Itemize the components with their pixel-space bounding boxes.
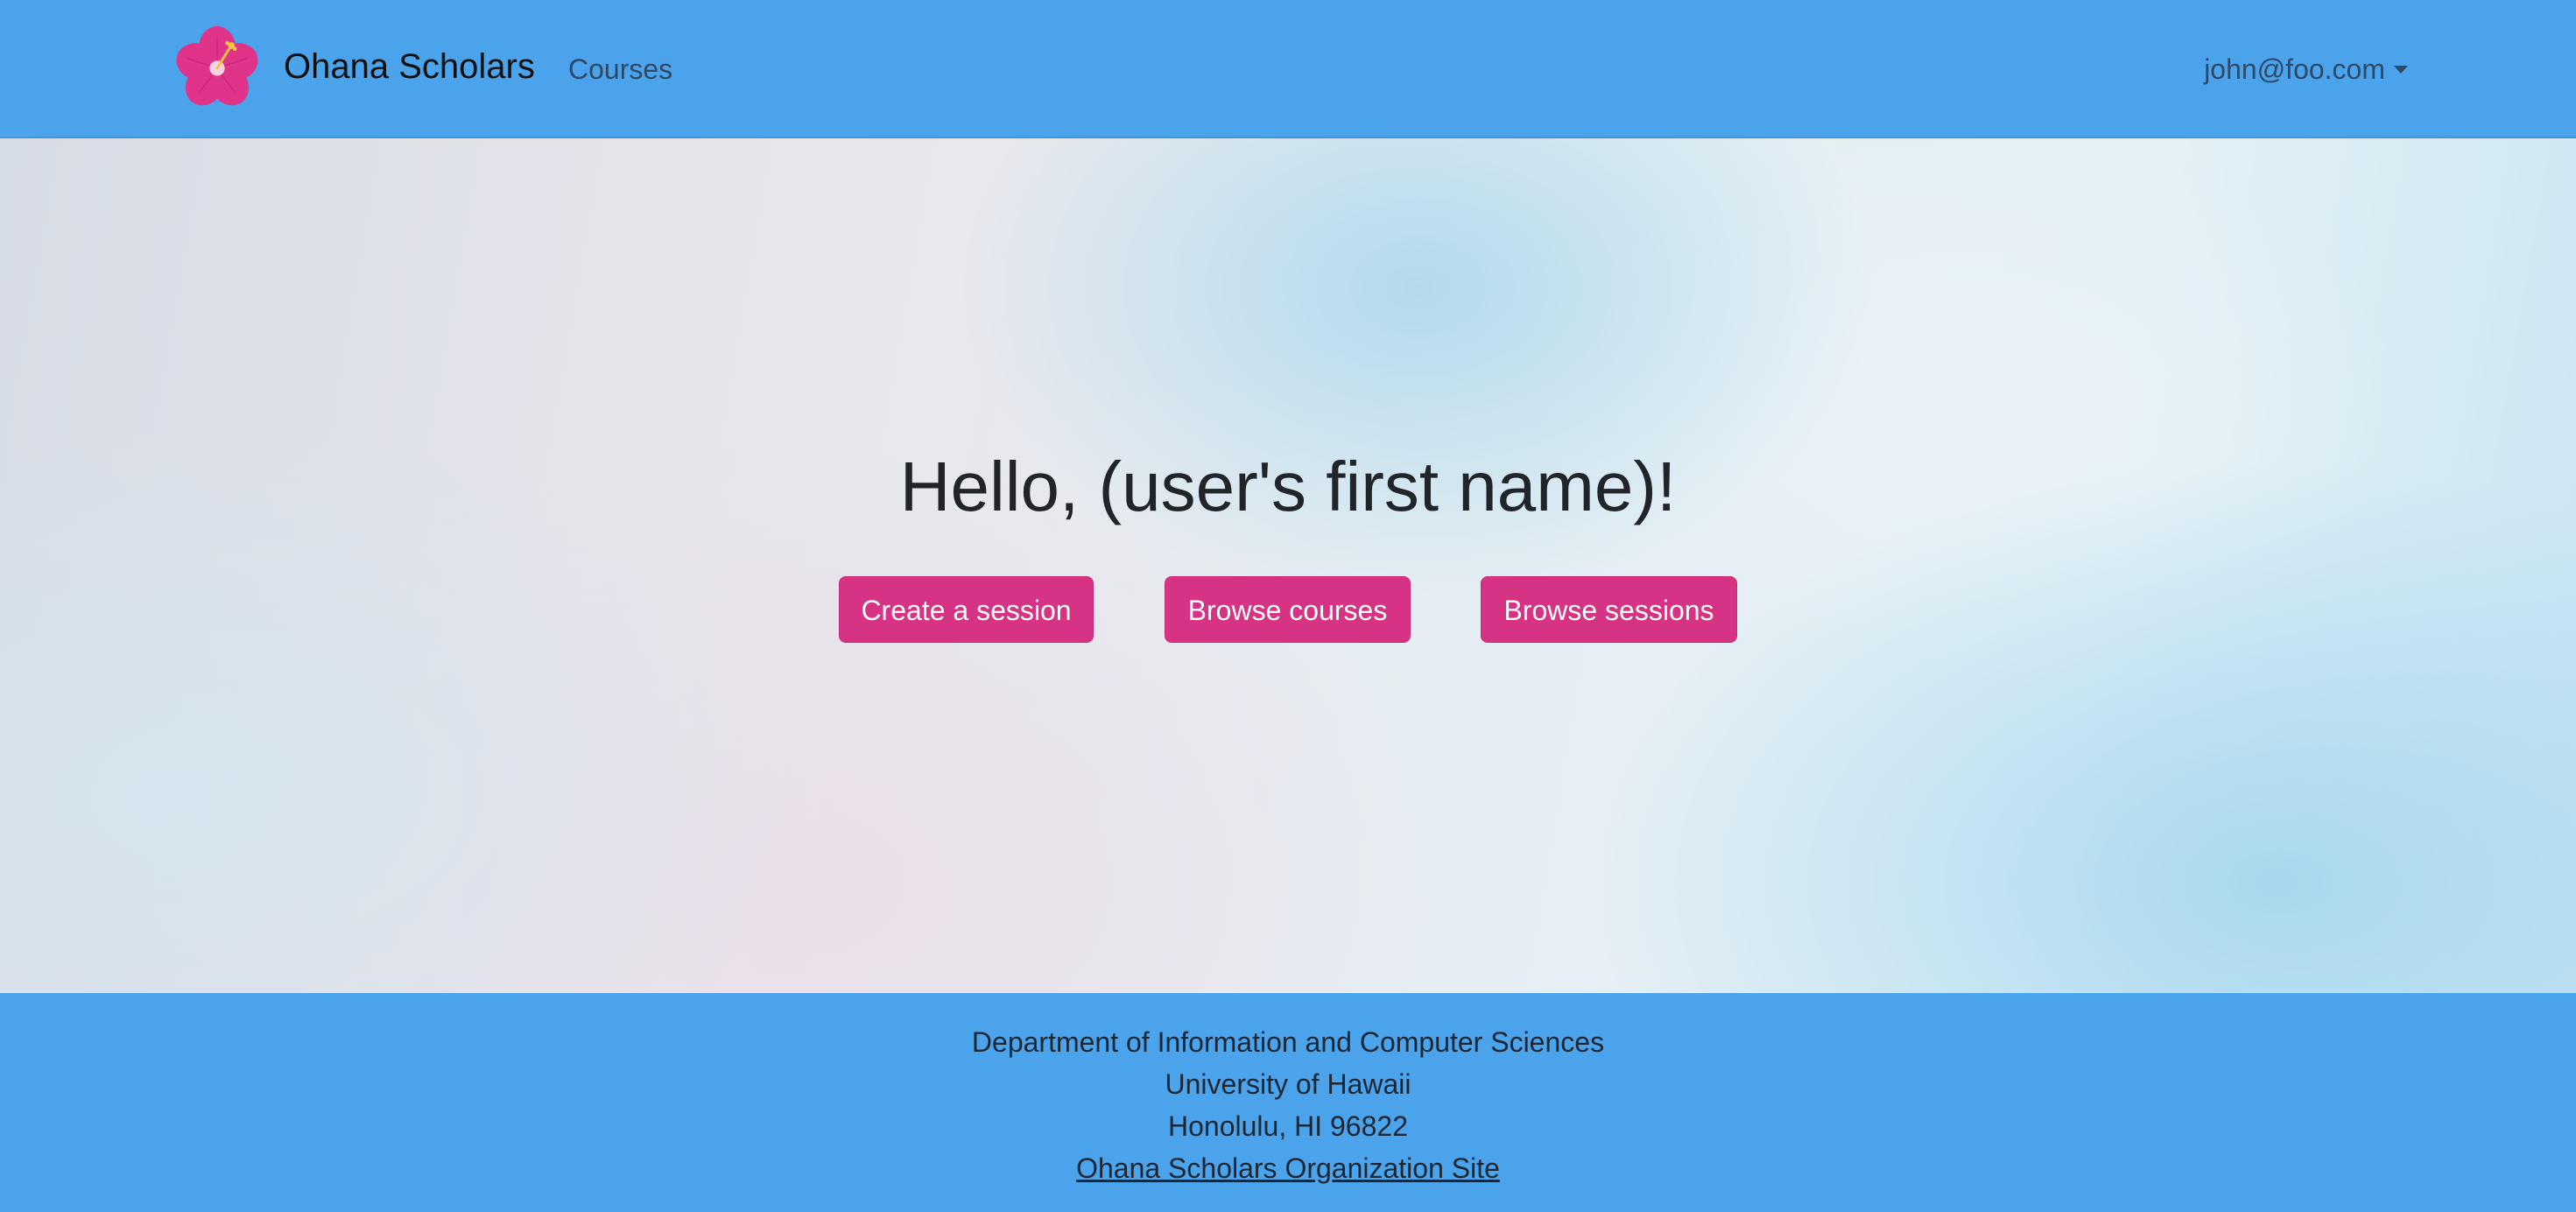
caret-down-icon bbox=[2394, 65, 2408, 74]
page-footer: Department of Information and Computer S… bbox=[0, 993, 2576, 1212]
brand-name[interactable]: Ohana Scholars bbox=[284, 44, 535, 89]
browse-sessions-button[interactable]: Browse sessions bbox=[1481, 576, 1737, 643]
nav-link-courses[interactable]: Courses bbox=[568, 51, 672, 88]
footer-department: Department of Information and Computer S… bbox=[971, 1026, 1605, 1058]
footer-link-row: Ohana Scholars Organization Site bbox=[0, 1149, 2576, 1187]
hibiscus-flower-icon[interactable] bbox=[175, 25, 259, 109]
user-menu-dropdown[interactable]: john@foo.com bbox=[2204, 51, 2408, 88]
footer-university: University of Hawaii bbox=[1165, 1068, 1411, 1100]
hero-section: Hello, (user's first name)! Create a ses… bbox=[0, 138, 2576, 993]
greeting-heading: Hello, (user's first name)! bbox=[899, 447, 1677, 525]
page: Ohana Scholars Courses john@foo.com Hell… bbox=[0, 0, 2576, 1212]
footer-address: Honolulu, HI 96822 bbox=[1168, 1110, 1408, 1142]
create-session-button[interactable]: Create a session bbox=[839, 576, 1094, 643]
browse-courses-button[interactable]: Browse courses bbox=[1165, 576, 1411, 643]
user-menu-label: john@foo.com bbox=[2204, 53, 2385, 85]
org-site-link[interactable]: Ohana Scholars Organization Site bbox=[1076, 1152, 1500, 1184]
top-navbar: Ohana Scholars Courses john@foo.com bbox=[0, 0, 2576, 138]
